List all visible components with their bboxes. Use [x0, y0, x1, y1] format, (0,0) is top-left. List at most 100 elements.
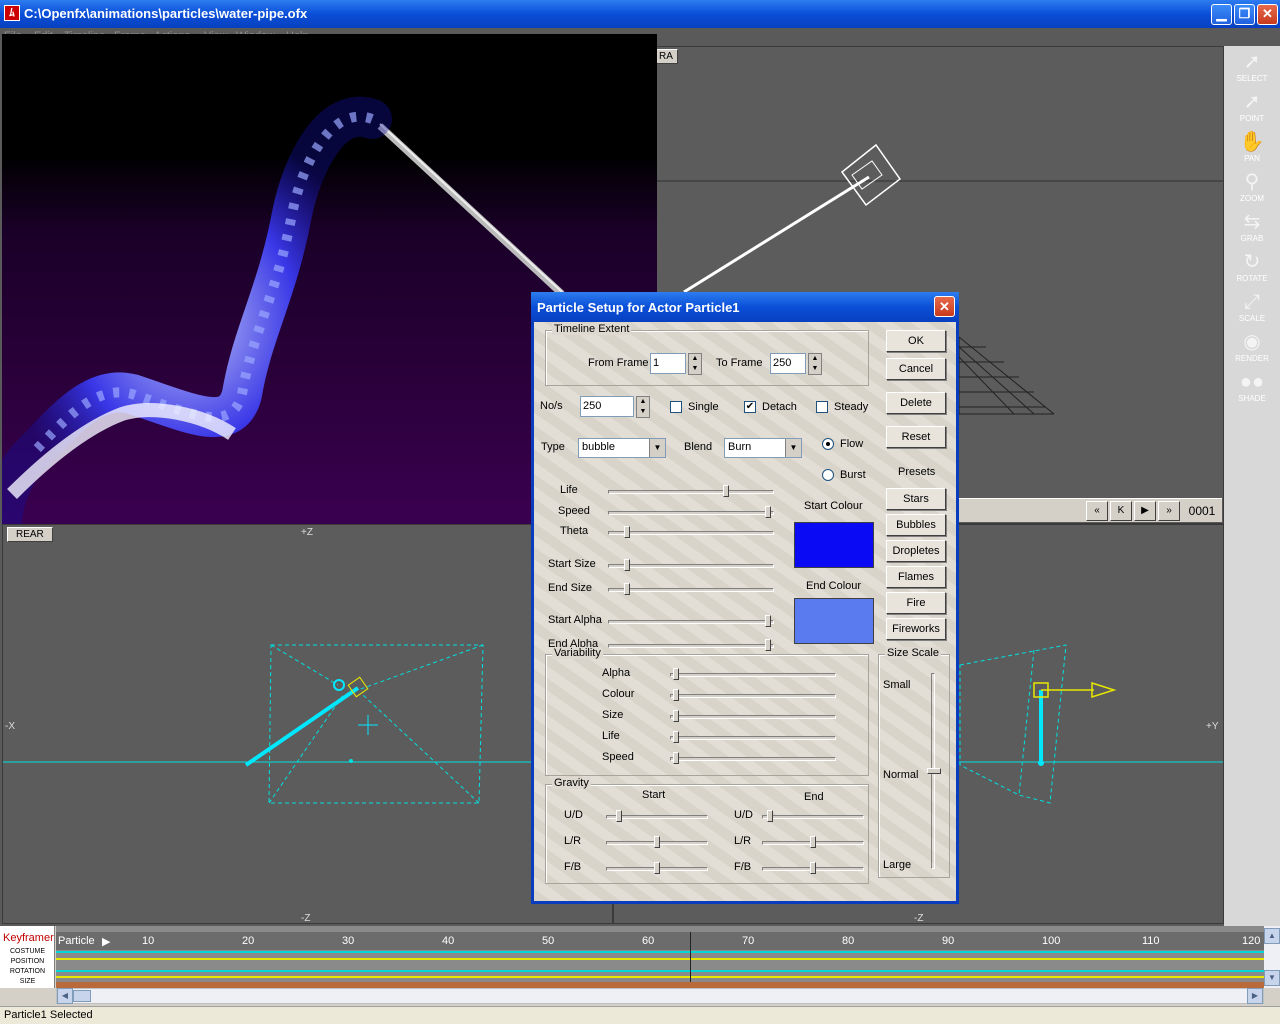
slider-thumb[interactable]: [654, 862, 660, 874]
nos-field[interactable]: 250: [580, 396, 634, 417]
scroll-left-icon[interactable]: ◀: [57, 988, 73, 1004]
dialog-close-button[interactable]: ✕: [934, 296, 955, 317]
gravity-end-lr-slider[interactable]: [762, 836, 864, 850]
slider-thumb[interactable]: [810, 836, 816, 848]
size-track[interactable]: [56, 976, 1264, 978]
slider-thumb[interactable]: [624, 583, 630, 595]
slider-thumb[interactable]: [767, 810, 773, 822]
slider-thumb[interactable]: [765, 506, 771, 518]
variability-slider-life[interactable]: [670, 731, 836, 745]
slider-thumb[interactable]: [616, 810, 622, 822]
burst-radio[interactable]: [822, 469, 834, 481]
to-frame-spinner[interactable]: ▲ ▼: [808, 353, 822, 375]
tool-grab[interactable]: ⇆ GRAB: [1232, 210, 1272, 248]
variability-label: Variability: [552, 647, 603, 659]
scroll-right-icon[interactable]: ▶: [1247, 988, 1263, 1004]
variability-slider-colour[interactable]: [670, 689, 836, 703]
tool-zoom[interactable]: ⚲ ZOOM: [1232, 170, 1272, 208]
variability-slider-alpha[interactable]: [670, 668, 836, 682]
scroll-down-icon[interactable]: ▼: [1264, 970, 1280, 986]
slider-start-size[interactable]: [608, 559, 774, 573]
scale-icon: ⤢: [1244, 291, 1260, 313]
fast-forward-button[interactable]: »: [1158, 501, 1180, 521]
preset-flames-button[interactable]: Flames: [886, 566, 946, 588]
slider-thumb[interactable]: [624, 559, 630, 571]
preset-fire-button[interactable]: Fire: [886, 592, 946, 614]
detach-checkbox[interactable]: ✔: [744, 401, 756, 413]
grab-icon: ⇆: [1243, 211, 1261, 233]
end-colour-swatch[interactable]: [794, 598, 874, 644]
type-select[interactable]: bubble ▼: [578, 438, 666, 458]
start-colour-swatch[interactable]: [794, 522, 874, 568]
costume-track[interactable]: [56, 951, 1264, 953]
slider-thumb[interactable]: [673, 731, 679, 743]
tool-scale[interactable]: ⤢ SCALE: [1232, 290, 1272, 328]
slider-thumb[interactable]: [810, 862, 816, 874]
viewport-rear[interactable]: REAR +Z -Z -X: [2, 524, 613, 924]
reset-button[interactable]: Reset: [886, 426, 946, 448]
maximize-button[interactable]: ❐: [1234, 4, 1255, 25]
to-frame-field[interactable]: 250: [770, 353, 806, 374]
slider-end-alpha[interactable]: [608, 639, 774, 653]
slider-start-alpha[interactable]: [608, 615, 774, 629]
slider-thumb[interactable]: [723, 485, 729, 497]
rotation-track[interactable]: [56, 970, 1264, 972]
play-button[interactable]: ▶: [1134, 501, 1156, 521]
flow-radio[interactable]: [822, 438, 834, 450]
slider-end-size[interactable]: [608, 583, 774, 597]
ok-button[interactable]: OK: [886, 330, 946, 352]
slider-thumb[interactable]: [654, 836, 660, 848]
gravity-start-lr-slider[interactable]: [606, 836, 708, 850]
gravity-start-fb-slider[interactable]: [606, 862, 708, 876]
gravity-end-fb-slider[interactable]: [762, 862, 864, 876]
app-icon[interactable]: ﾑ: [4, 5, 20, 21]
tool-rotate[interactable]: ↻ ROTATE: [1232, 250, 1272, 288]
slider-thumb[interactable]: [673, 668, 679, 680]
slider-speed[interactable]: [608, 506, 774, 520]
slider-theta[interactable]: [608, 526, 774, 540]
single-checkbox[interactable]: [670, 401, 682, 413]
from-frame-field[interactable]: 1: [650, 353, 686, 374]
preset-bubbles-button[interactable]: Bubbles: [886, 514, 946, 536]
tool-shade[interactable]: ●● SHADE: [1232, 370, 1272, 408]
slider-thumb[interactable]: [673, 689, 679, 701]
cancel-button[interactable]: Cancel: [886, 358, 946, 380]
tool-render[interactable]: ◉ RENDER: [1232, 330, 1272, 368]
rewind-button[interactable]: «: [1086, 501, 1108, 521]
size-scale-thumb[interactable]: [927, 768, 941, 774]
slider-thumb[interactable]: [765, 615, 771, 627]
gravity-start-ud-label: U/D: [564, 809, 583, 821]
scroll-up-icon[interactable]: ▲: [1264, 928, 1280, 944]
size-scale-slider[interactable]: [927, 673, 941, 869]
from-frame-spinner[interactable]: ▲ ▼: [688, 353, 702, 375]
tool-pan[interactable]: ✋ PAN: [1232, 130, 1272, 168]
nos-spinner[interactable]: ▲ ▼: [636, 396, 650, 418]
delete-button[interactable]: Delete: [886, 392, 946, 414]
minimize-button[interactable]: ▁: [1211, 4, 1232, 25]
preset-stars-button[interactable]: Stars: [886, 488, 946, 510]
keyframer-timeline[interactable]: Particle ▶ 10 20 30 40 50 60 70 80 90 100 110 120: [56, 926, 1264, 988]
variability-slider-speed[interactable]: [670, 752, 836, 766]
scroll-thumb[interactable]: [73, 990, 91, 1002]
preset-fireworks-button[interactable]: Fireworks: [886, 618, 946, 640]
slider-thumb[interactable]: [673, 710, 679, 722]
prev-key-button[interactable]: K: [1110, 501, 1132, 521]
preset-droplets-button[interactable]: Dropletes: [886, 540, 946, 562]
slider-thumb[interactable]: [765, 639, 771, 651]
keyframer-horizontal-scrollbar[interactable]: ◀ ▶: [56, 988, 1264, 1004]
keyframer-vertical-scrollbar[interactable]: ▲ ▼: [1264, 926, 1280, 988]
slider-track: [670, 757, 836, 761]
slider-life[interactable]: [608, 485, 774, 499]
slider-thumb[interactable]: [673, 752, 679, 764]
slider-thumb[interactable]: [624, 526, 630, 538]
position-track[interactable]: [56, 958, 1264, 960]
gravity-start-ud-slider[interactable]: [606, 810, 708, 824]
tool-select[interactable]: ➚ SELECT: [1232, 50, 1272, 88]
timeline-ruler[interactable]: Particle ▶ 10 20 30 40 50 60 70 80 90 100 110 120: [56, 932, 1264, 950]
steady-checkbox[interactable]: [816, 401, 828, 413]
variability-slider-size[interactable]: [670, 710, 836, 724]
blend-select[interactable]: Burn ▼: [724, 438, 802, 458]
close-button[interactable]: ✕: [1257, 4, 1278, 25]
gravity-end-ud-slider[interactable]: [762, 810, 864, 824]
tool-point[interactable]: ➚ POINT: [1232, 90, 1272, 128]
